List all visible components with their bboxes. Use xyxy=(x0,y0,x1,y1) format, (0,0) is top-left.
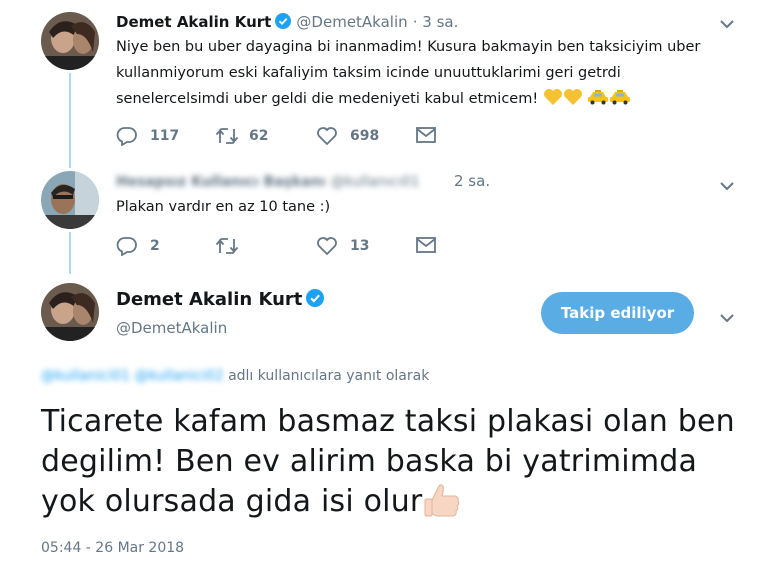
tweet-text: Plakan vardır en az 10 tane :) xyxy=(116,199,331,215)
author-name[interactable]: Demet Akalin Kurt xyxy=(116,13,271,31)
author-handle[interactable]: @DemetAkalin xyxy=(116,319,227,337)
like-button[interactable]: 698 xyxy=(316,126,379,146)
reply-button[interactable]: 117 xyxy=(116,126,179,146)
reply-count: 2 xyxy=(150,238,160,254)
like-count: 698 xyxy=(350,128,380,144)
main-tweet-line: yok olursada gida isi olur xyxy=(41,484,423,519)
reply-button[interactable]: 2 xyxy=(116,236,160,256)
verified-badge-icon xyxy=(306,289,325,307)
like-count: 13 xyxy=(350,238,370,254)
thread-line-2 xyxy=(69,232,71,274)
tweet-text-line: senelercelsimdi uber geldi die medeniyet… xyxy=(116,91,539,107)
direct-message-button[interactable] xyxy=(415,236,437,254)
yellow-heart-icon xyxy=(543,89,562,105)
tweet-timestamp[interactable]: 05:44 - 26 Mar 2018 xyxy=(41,540,184,556)
reply-context-label: adlı kullanıcılara yanıt olarak xyxy=(228,368,430,384)
direct-message-button[interactable] xyxy=(415,126,437,144)
reply-icon xyxy=(116,127,137,146)
thread-line-1 xyxy=(69,73,71,168)
heart-icon xyxy=(317,237,337,256)
yellow-heart-icon xyxy=(563,89,582,105)
chevron-down-icon[interactable] xyxy=(719,14,735,33)
thumbs-up-icon xyxy=(424,484,460,517)
avatar[interactable] xyxy=(41,171,99,229)
envelope-icon xyxy=(416,237,436,253)
tweet-text-line: kullanmiyorum eski kafaliyim taksim icin… xyxy=(116,65,621,81)
author-handle[interactable]: @DemetAkalin xyxy=(296,13,407,31)
main-tweet-line: degilim! Ben ev alirim baska bi yatrimim… xyxy=(41,444,698,479)
avatar[interactable] xyxy=(41,12,99,70)
main-tweet-line: Ticarete kafam basmaz taksi plakasi olan… xyxy=(41,404,735,439)
avatar[interactable] xyxy=(41,283,99,341)
tweet-text: Niye ben bu uber dayagina bi inanmadim! … xyxy=(116,34,756,112)
author-name[interactable]: Demet Akalin Kurt xyxy=(116,289,302,310)
reply-icon xyxy=(116,237,137,256)
verified-badge-icon xyxy=(275,13,292,29)
tweet-time[interactable]: · 3 sa. xyxy=(413,13,459,31)
tweet-time[interactable]: 2 sa. xyxy=(454,172,490,190)
retweet-button[interactable]: 62 xyxy=(215,126,268,146)
retweet-icon xyxy=(215,128,239,144)
chevron-down-icon[interactable] xyxy=(719,308,735,327)
following-button[interactable]: Takip ediliyor xyxy=(541,292,694,334)
retweet-count: 62 xyxy=(249,128,269,144)
retweet-button[interactable] xyxy=(215,236,249,256)
author-handle[interactable]: @kullanıcı01 xyxy=(331,174,420,190)
reply-context: @kullanici01 @kullanici02 adlı kullanıcı… xyxy=(41,368,429,384)
heart-icon xyxy=(317,127,337,146)
reply-context-users[interactable]: @kullanici01 @kullanici02 xyxy=(41,368,224,384)
chevron-down-icon[interactable] xyxy=(719,176,735,195)
taxi-icon xyxy=(610,90,631,105)
like-button[interactable]: 13 xyxy=(316,236,369,256)
main-tweet-text: Ticarete kafam basmaz taksi plakasi olan… xyxy=(41,402,761,522)
tweet-text-line: Niye ben bu uber dayagina bi inanmadim! … xyxy=(116,39,701,55)
taxi-icon xyxy=(588,90,609,105)
envelope-icon xyxy=(416,127,436,143)
retweet-icon xyxy=(215,238,239,254)
author-name[interactable]: Hesapsız Kullanıcı Başkanı xyxy=(116,174,326,190)
reply-count: 117 xyxy=(150,128,180,144)
